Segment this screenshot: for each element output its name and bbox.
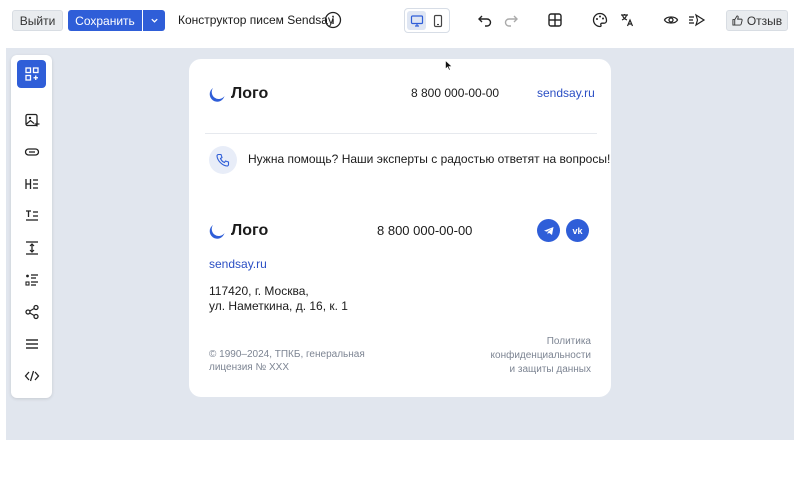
sidebar-item-list[interactable] — [17, 266, 46, 294]
review-button[interactable]: Отзыв — [726, 10, 788, 31]
save-button[interactable]: Сохранить — [68, 10, 142, 31]
blocks-sidebar — [11, 55, 52, 398]
telegram-icon — [543, 226, 553, 235]
logo-icon — [209, 88, 225, 102]
header-logo-text: Лого — [231, 85, 269, 102]
copyright-line-2: лицензия № XXX — [209, 362, 289, 373]
logo-icon — [209, 225, 225, 239]
help-text: Нужна помощь? Наши эксперты с радостью о… — [248, 152, 611, 166]
header-site-link[interactable]: sendsay.ru — [537, 86, 595, 100]
copyright-line-1: © 1990–2024, ТПКБ, генеральная — [209, 349, 365, 360]
sidebar-item-spacer[interactable] — [17, 234, 46, 262]
footer-site-link[interactable]: sendsay.ru — [209, 257, 267, 271]
policy-line-3: и защиты данных — [509, 364, 592, 375]
list-icon — [24, 274, 38, 286]
exit-button[interactable]: Выйти — [12, 10, 63, 31]
desktop-view-button[interactable] — [407, 11, 426, 30]
text-icon — [25, 210, 38, 221]
thumbs-up-icon — [732, 15, 743, 26]
desktop-icon — [410, 14, 423, 27]
image-icon — [24, 113, 39, 127]
privacy-policy-link[interactable]: Политика конфиденциальности и защиты дан… — [471, 335, 591, 377]
chevron-down-icon — [150, 18, 158, 23]
send-icon[interactable] — [688, 11, 706, 29]
code-icon — [24, 370, 39, 382]
support-phone-icon — [216, 153, 230, 167]
translate-icon[interactable] — [618, 11, 636, 29]
header-phone[interactable]: 8 800 000-00-00 — [411, 86, 499, 100]
sidebar-item-menu[interactable] — [17, 330, 46, 358]
footer-logo-text: Лого — [231, 222, 269, 239]
vk-button[interactable]: vk — [566, 219, 589, 242]
header-divider — [205, 133, 597, 134]
sidebar-item-text[interactable] — [17, 202, 46, 230]
header-logo[interactable]: Лого — [209, 85, 268, 103]
top-toolbar: Выйти Сохранить Конструктор писем Sendsa… — [0, 0, 800, 42]
info-icon[interactable] — [324, 11, 342, 29]
save-options-button[interactable] — [143, 10, 165, 31]
sidebar-item-blocks[interactable] — [17, 60, 46, 88]
sidebar-item-heading[interactable] — [17, 170, 46, 198]
address-line-2: ул. Наметкина, д. 16, к. 1 — [209, 299, 348, 313]
add-blocks-icon — [24, 67, 39, 81]
sidebar-item-social[interactable] — [17, 298, 46, 326]
menu-icon — [25, 339, 38, 349]
mobile-view-button[interactable] — [428, 11, 447, 30]
vk-icon: vk — [572, 225, 583, 236]
sidebar-item-image[interactable] — [17, 106, 46, 134]
share-icon — [24, 304, 39, 320]
copyright-text: © 1990–2024, ТПКБ, генеральная лицензия … — [209, 348, 379, 374]
email-preview: Лого 8 800 000-00-00 sendsay.ru Нужна по… — [189, 59, 611, 397]
undo-icon[interactable] — [476, 11, 494, 29]
review-label: Отзыв — [746, 13, 783, 28]
address-line-1: 117420, г. Москва, — [209, 284, 309, 298]
redo-icon[interactable] — [502, 11, 520, 29]
footer-phone[interactable]: 8 800 000-00-00 — [377, 223, 472, 238]
sidebar-item-button[interactable] — [17, 138, 46, 166]
heading-icon — [24, 179, 38, 189]
spacer-icon — [25, 241, 38, 255]
device-switcher — [404, 8, 450, 33]
help-badge — [209, 146, 237, 174]
sidebar-item-html[interactable] — [17, 362, 46, 390]
mouse-cursor — [445, 60, 453, 71]
mobile-icon — [433, 14, 442, 27]
page-title: Конструктор писем Sendsay — [178, 13, 334, 27]
palette-icon[interactable] — [591, 11, 609, 29]
button-icon — [24, 148, 39, 156]
grid-icon[interactable] — [546, 11, 564, 29]
policy-line-1: Политика — [546, 336, 591, 347]
policy-line-2: конфиденциальности — [490, 350, 591, 361]
footer-logo[interactable]: Лого — [209, 222, 268, 240]
telegram-button[interactable] — [537, 219, 560, 242]
eye-icon[interactable] — [662, 11, 680, 29]
